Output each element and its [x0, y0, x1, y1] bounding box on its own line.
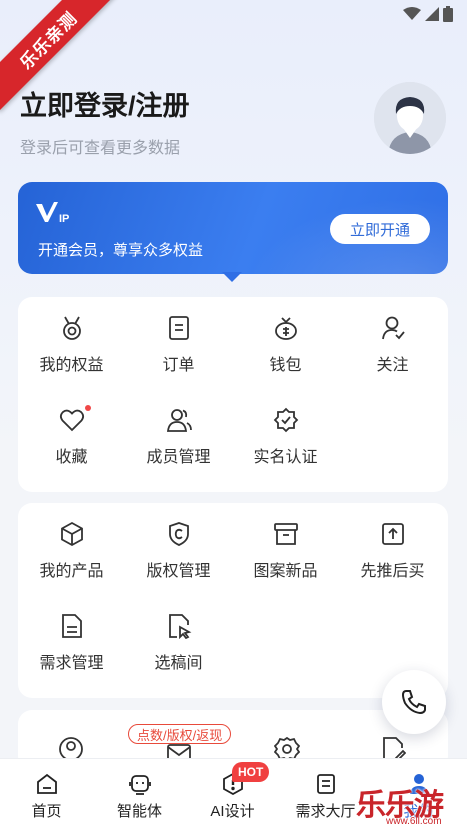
grid-item-draft-room[interactable]: 选稿间	[125, 595, 232, 675]
grid-item-orders[interactable]: 订单	[125, 297, 232, 377]
archive-icon	[273, 523, 298, 545]
grid-item-label: 成员管理	[146, 449, 211, 466]
grid-item-label: 订单	[162, 357, 195, 374]
members-icon	[166, 409, 192, 432]
promo-tag: 点数/版权/返现	[128, 724, 232, 744]
grid-item-label: 我的产品	[39, 563, 104, 580]
tab-label: 首页	[31, 803, 62, 820]
grid-item-label: 图案新品	[253, 563, 318, 580]
vip-description: 开通会员，尊享众多权益	[38, 242, 204, 259]
tab-label: 需求大厅	[295, 803, 356, 820]
status-icons	[403, 6, 453, 22]
vip-logo: IP	[36, 200, 76, 231]
file-pointer-icon	[168, 614, 191, 639]
grid-item-label: 版权管理	[146, 563, 211, 580]
medal-icon	[62, 316, 81, 340]
vip-card-pointer	[222, 272, 242, 282]
login-subtitle: 登录后可查看更多数据	[20, 140, 181, 157]
tab-agent[interactable]: 智能体	[93, 759, 186, 830]
grid-item-label: 先推后买	[360, 563, 425, 580]
grid-item-favorites[interactable]: 收藏	[18, 389, 125, 469]
document-icon	[61, 614, 82, 638]
vip-card[interactable]: IP 开通会员，尊享众多权益 立即开通	[18, 182, 448, 274]
follow-icon	[381, 316, 405, 340]
account-panel: 我的权益 订单 钱包 关注 收藏 成员管理 实名认证	[18, 297, 448, 492]
hot-badge: HOT	[232, 762, 270, 782]
grid-item-label: 关注	[376, 357, 409, 374]
signal-icon	[425, 7, 439, 21]
wallet-icon	[274, 317, 297, 340]
grid-item-verification[interactable]: 实名认证	[232, 389, 339, 469]
vip-open-button[interactable]: 立即开通	[330, 214, 430, 244]
tab-label: AI设计	[210, 803, 255, 820]
grid-item-label: 实名认证	[253, 449, 318, 466]
home-icon	[36, 773, 57, 794]
login-register-link[interactable]: 立即登录/注册	[20, 84, 190, 123]
copyright-shield-icon	[168, 522, 189, 546]
wifi-icon	[403, 7, 421, 20]
tab-label: 智能体	[116, 803, 162, 820]
demand-hall-icon	[316, 774, 335, 794]
phone-icon	[401, 690, 426, 715]
grid-item-push-then-buy[interactable]: 先推后买	[339, 503, 446, 583]
box-icon	[60, 521, 83, 547]
robot-icon	[128, 775, 151, 795]
grid-item-copyright[interactable]: 版权管理	[125, 503, 232, 583]
notification-dot	[84, 405, 91, 411]
grid-item-label: 选稿间	[154, 655, 203, 672]
grid-item-new-patterns[interactable]: 图案新品	[232, 503, 339, 583]
verified-icon	[273, 407, 298, 433]
watermark-url: www.6ll.com	[386, 816, 442, 827]
order-icon	[168, 316, 189, 340]
tab-home[interactable]: 首页	[0, 759, 93, 830]
grid-item-follow[interactable]: 关注	[339, 297, 446, 377]
grid-item-label: 收藏	[55, 449, 88, 466]
upload-icon	[381, 523, 404, 545]
business-panel: 我的产品 版权管理 图案新品 先推后买 需求管理 选稿间	[18, 503, 448, 698]
grid-item-label: 需求管理	[39, 655, 104, 672]
default-avatar-icon	[374, 82, 446, 154]
grid-item-demand-management[interactable]: 需求管理	[18, 595, 125, 675]
vip-logo-icon: IP	[36, 202, 69, 225]
grid-item-label: 钱包	[269, 357, 302, 374]
heart-icon	[59, 409, 84, 432]
grid-item-benefits[interactable]: 我的权益	[18, 297, 125, 377]
svg-text:IP: IP	[59, 213, 69, 225]
grid-item-members[interactable]: 成员管理	[125, 389, 232, 469]
grid-item-wallet[interactable]: 钱包	[232, 297, 339, 377]
grid-item-label: 我的权益	[39, 357, 104, 374]
avatar[interactable]	[374, 82, 446, 154]
battery-icon	[443, 6, 453, 22]
phone-button[interactable]	[382, 670, 446, 734]
grid-item-my-products[interactable]: 我的产品	[18, 503, 125, 583]
heart-icon-wrap	[59, 405, 91, 433]
